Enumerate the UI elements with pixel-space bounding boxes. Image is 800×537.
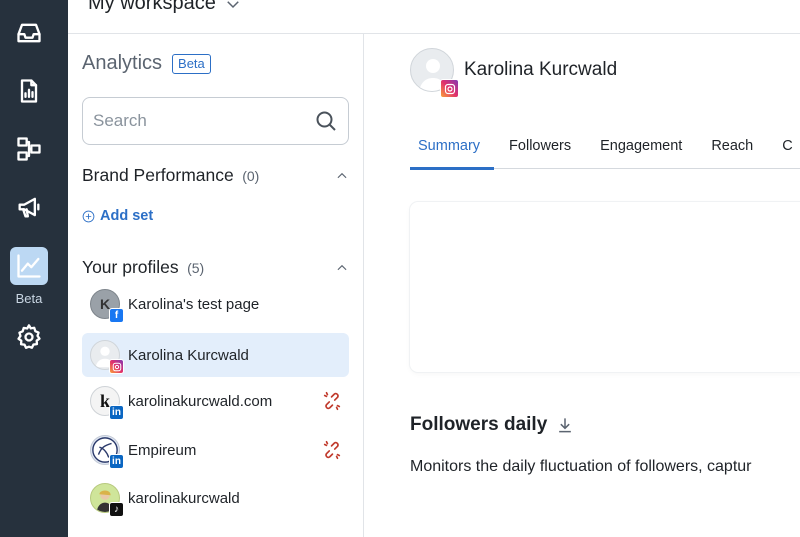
broken-link-icon[interactable] xyxy=(321,439,343,461)
profile-name: karolinakurcwald xyxy=(128,489,240,507)
brand-performance-label: Brand Performance xyxy=(82,165,234,185)
followers-daily-description: Monitors the daily fluctuation of follow… xyxy=(410,458,752,475)
profile-item[interactable]: k in karolinakurcwald.com xyxy=(82,379,349,423)
instagram-icon xyxy=(109,359,124,374)
tab-reach[interactable]: Reach xyxy=(696,126,767,169)
analytics-tabs: Summary Followers Engagement Reach C xyxy=(410,126,800,170)
tab-followers[interactable]: Followers xyxy=(494,126,585,169)
chevron-up-icon[interactable] xyxy=(335,261,349,275)
profile-item[interactable]: in Empireum xyxy=(82,428,349,472)
add-set-label: Add set xyxy=(100,208,154,224)
tab-summary[interactable]: Summary xyxy=(410,126,495,170)
profile-name: Karolina Kurcwald xyxy=(128,346,249,364)
inbox-icon[interactable] xyxy=(10,14,48,52)
workspace-switcher[interactable]: My workspace xyxy=(88,0,242,15)
profile-name: Empireum xyxy=(128,441,197,459)
analytics-heading: Analytics xyxy=(82,52,163,74)
avatar: K f xyxy=(90,289,124,323)
sidebar-title: Analytics Beta xyxy=(82,52,211,75)
followers-daily-section: Followers daily xyxy=(410,414,575,436)
tab-engagement[interactable]: Engagement xyxy=(585,126,696,169)
avatar: k in xyxy=(90,386,124,420)
linkedin-icon: in xyxy=(109,454,124,469)
profiles-header[interactable]: Your profiles (5) xyxy=(82,257,349,278)
brand-performance-count: (0) xyxy=(242,168,260,184)
broken-link-icon[interactable] xyxy=(321,390,343,412)
summary-card xyxy=(410,202,800,372)
profile-name: Karolina's test page xyxy=(128,295,260,313)
analytics-beta-label: Beta xyxy=(15,291,43,306)
avatar: ♪ xyxy=(90,483,124,517)
brand-performance-header[interactable]: Brand Performance (0) xyxy=(82,165,349,186)
top-bar: My workspace xyxy=(68,0,800,34)
chevron-up-icon[interactable] xyxy=(335,169,349,183)
plus-circle-icon xyxy=(82,210,95,222)
linkedin-icon: in xyxy=(109,405,124,420)
chevron-down-icon xyxy=(227,0,239,8)
workflow-icon[interactable] xyxy=(10,130,48,168)
instagram-icon xyxy=(440,79,459,98)
profile-name: karolinakurcwald.com xyxy=(128,392,273,410)
avatar xyxy=(410,48,459,98)
analytics-sidebar: Analytics Beta Brand Performance (0) Add… xyxy=(68,34,364,537)
workspace-label: My workspace xyxy=(88,0,216,14)
profiles-count: (5) xyxy=(187,260,205,276)
analytics-icon[interactable] xyxy=(10,247,48,285)
followers-daily-title: Followers daily xyxy=(410,414,548,435)
tab-truncated[interactable]: C xyxy=(767,126,800,169)
profile-item[interactable]: K f Karolina's test page xyxy=(82,282,349,326)
add-set-button[interactable]: Add set xyxy=(82,208,153,224)
main-content: Karolina Kurcwald Summary Followers Enga… xyxy=(364,34,800,537)
tiktok-icon: ♪ xyxy=(109,502,124,517)
download-icon[interactable] xyxy=(555,415,575,435)
profile-item[interactable]: Karolina Kurcwald xyxy=(82,333,349,377)
avatar: in xyxy=(90,435,124,469)
profiles-label: Your profiles xyxy=(82,257,179,277)
app-window: Beta My workspace Analytics Beta Brand P… xyxy=(0,0,800,537)
facebook-icon: f xyxy=(109,308,124,323)
report-icon[interactable] xyxy=(10,72,48,110)
search-input[interactable] xyxy=(93,111,314,131)
avatar xyxy=(90,340,124,374)
megaphone-icon[interactable] xyxy=(10,188,48,226)
profile-title: Karolina Kurcwald xyxy=(464,59,618,80)
profile-header: Karolina Kurcwald xyxy=(410,48,618,98)
profile-item[interactable]: ♪ karolinakurcwald xyxy=(82,476,349,520)
gear-icon[interactable] xyxy=(10,318,48,356)
main-nav-rail: Beta xyxy=(0,0,68,537)
beta-badge: Beta xyxy=(172,53,211,74)
search-icon[interactable] xyxy=(314,106,338,136)
search-box xyxy=(82,97,349,145)
